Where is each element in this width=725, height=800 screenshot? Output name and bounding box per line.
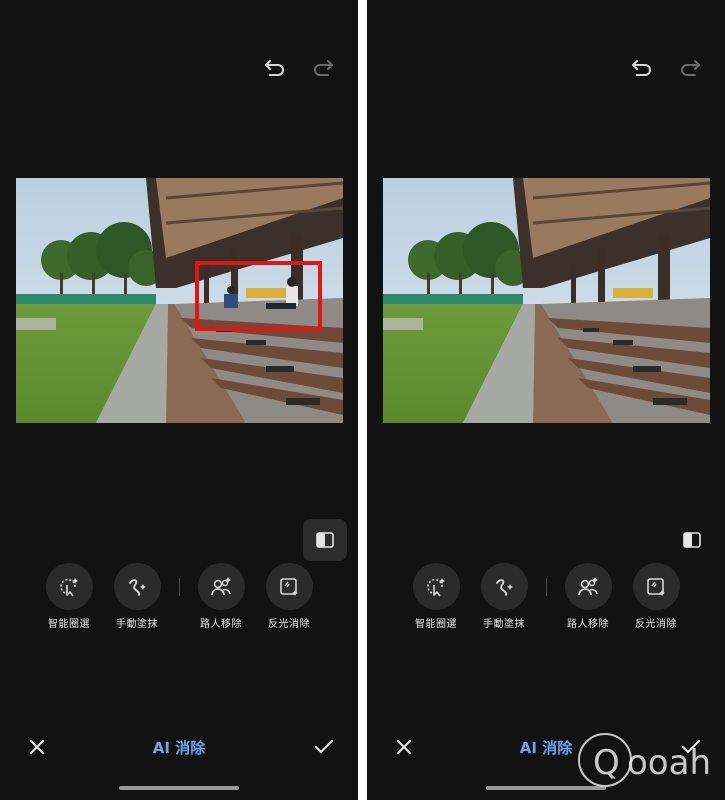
tool-reflection-remove[interactable]: 反光消除	[254, 563, 324, 630]
tool-label: 路人移除	[567, 619, 609, 630]
bottom-action-bar: AI 消除	[0, 728, 358, 768]
smart-select-icon	[427, 577, 445, 596]
tool-icon-circle	[197, 563, 245, 610]
remove-people-icon	[578, 576, 598, 595]
checkmark-icon	[315, 740, 333, 753]
tool-icon-circle	[480, 563, 528, 610]
tool-icon-circle	[45, 563, 93, 610]
tool-remove-people[interactable]: 路人移除	[553, 563, 623, 630]
editor-screen-after: 智能圈選 手動塗抹 路人移除 反光消除 AI 消除	[367, 0, 725, 800]
tool-icon-circle	[113, 563, 161, 610]
tool-label: 手動塗抹	[116, 619, 158, 630]
remove-people-icon	[211, 576, 231, 595]
confirm-button[interactable]	[310, 734, 338, 760]
tool-label: 反光消除	[268, 619, 310, 630]
undo-arrow-icon	[265, 60, 284, 76]
edited-photo[interactable]	[383, 178, 710, 423]
redo-arrow-icon	[681, 60, 700, 76]
split-compare-icon	[316, 532, 334, 548]
qooah-watermark-logo: Q ooah	[578, 733, 711, 787]
tool-icon-circle	[412, 563, 460, 610]
tool-divider	[546, 578, 547, 596]
photo-pavilion-scene-people-removed	[383, 178, 710, 423]
tool-icon-circle	[265, 563, 313, 610]
undo-arrow-icon	[632, 60, 651, 76]
redo-button[interactable]	[310, 54, 336, 80]
tool-reflection-remove[interactable]: 反光消除	[621, 563, 691, 630]
tool-icon-circle	[564, 563, 612, 610]
compare-button[interactable]	[303, 519, 347, 561]
tool-label: 智能圈選	[48, 619, 90, 630]
tool-label: 智能圈選	[415, 619, 457, 630]
tool-remove-people[interactable]: 路人移除	[186, 563, 256, 630]
reflection-remove-icon	[647, 577, 665, 596]
reflection-remove-icon	[280, 577, 298, 596]
tool-label: 反光消除	[635, 619, 677, 630]
split-compare-icon	[683, 532, 701, 548]
smart-select-icon	[60, 577, 78, 596]
selected-people-highlight-box	[195, 261, 322, 331]
svg-text:ooah: ooah	[627, 743, 711, 783]
tool-manual-brush[interactable]: 手動塗抹	[102, 563, 172, 630]
manual-brush-icon	[496, 578, 513, 596]
home-indicator	[119, 786, 239, 790]
compare-button[interactable]	[670, 519, 714, 561]
undo-button[interactable]	[262, 54, 288, 80]
tool-manual-brush[interactable]: 手動塗抹	[469, 563, 539, 630]
tool-divider	[179, 578, 180, 596]
svg-text:Q: Q	[593, 743, 620, 783]
undo-button[interactable]	[629, 54, 655, 80]
redo-arrow-icon	[314, 60, 333, 76]
tool-icon-circle	[632, 563, 680, 610]
mode-title: AI 消除	[152, 739, 206, 757]
tool-label: 手動塗抹	[483, 619, 525, 630]
manual-brush-icon	[129, 578, 146, 596]
tool-smart-select[interactable]: 智能圈選	[34, 563, 104, 630]
tool-label: 路人移除	[200, 619, 242, 630]
tool-smart-select[interactable]: 智能圈選	[401, 563, 471, 630]
redo-button[interactable]	[677, 54, 703, 80]
editor-screen-before: 智能圈選 手動塗抹 路人移除 反光消除 AI 消除	[0, 0, 358, 800]
tool-bar: 智能圈選 手動塗抹 路人移除 反光消除	[367, 563, 725, 633]
tool-bar: 智能圈選 手動塗抹 路人移除 反光消除	[0, 563, 358, 633]
